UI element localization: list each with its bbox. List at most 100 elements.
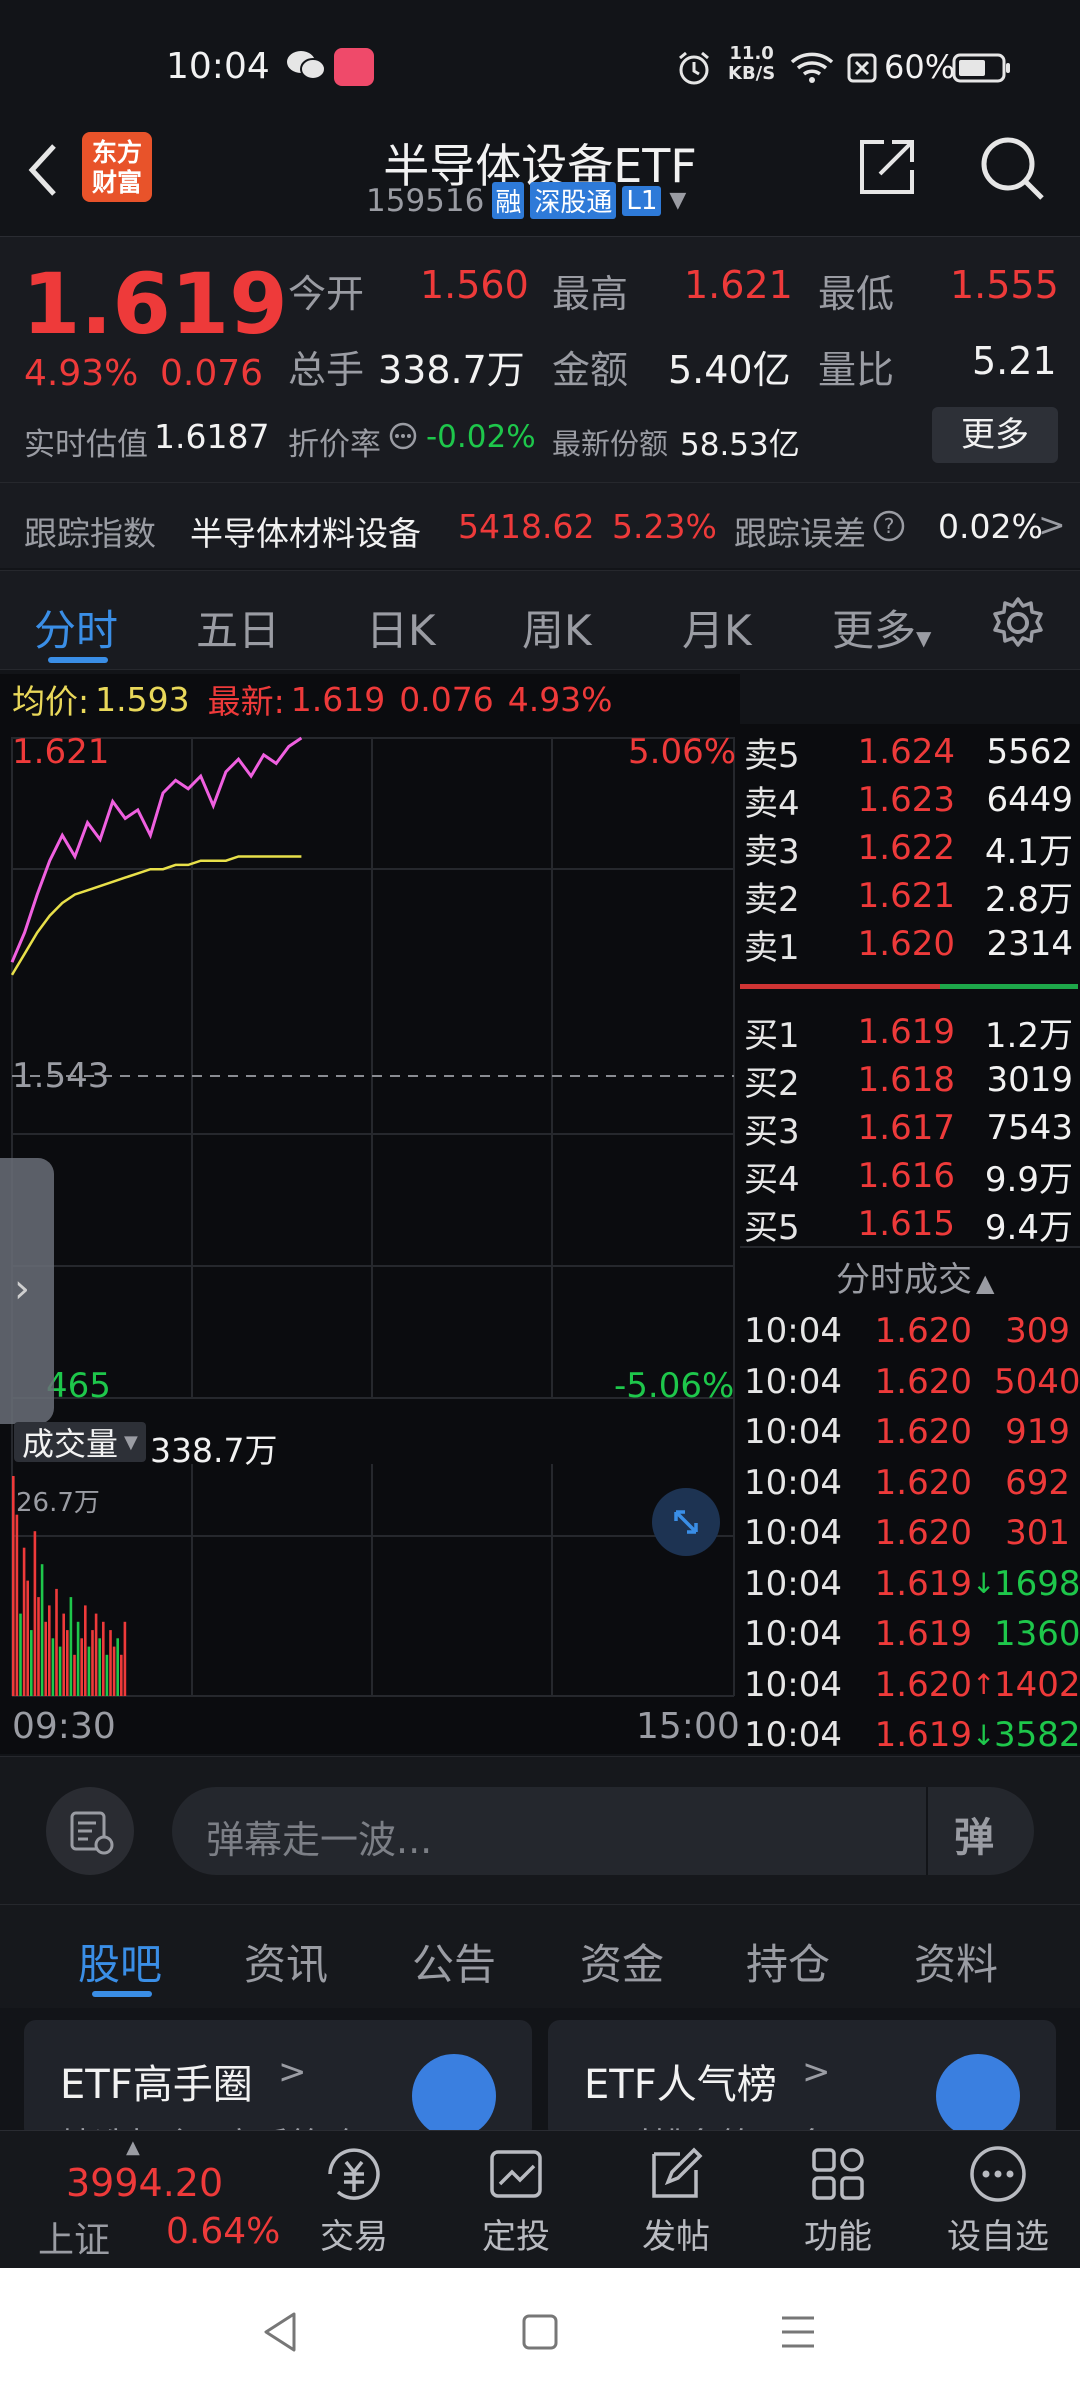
- tab-more[interactable]: 更多▼: [832, 597, 931, 658]
- stock-code: 159516: [366, 182, 485, 219]
- help-icon[interactable]: ?: [872, 509, 906, 551]
- discount-label: 折价率: [288, 427, 381, 463]
- tracking-index-name: 半导体材料设备: [190, 514, 421, 553]
- volume-bar: [66, 1630, 69, 1696]
- trade-volume: 692: [1005, 1462, 1070, 1503]
- trade-time: 10:04: [744, 1513, 842, 1553]
- trade-volume: 1360: [994, 1614, 1080, 1654]
- pct-bottom-label: -5.06%: [614, 1366, 735, 1406]
- nav-functions[interactable]: 功能: [778, 2139, 898, 2258]
- low-label: 最低: [818, 272, 895, 316]
- more-button[interactable]: 更多: [932, 407, 1058, 463]
- iopv-value: 1.6187: [154, 417, 270, 456]
- tab-daily-k[interactable]: 日K: [366, 597, 436, 658]
- stock-code-line[interactable]: 159516 融 深股通 L1 ▼: [366, 182, 686, 219]
- expert-icon: [412, 2054, 496, 2138]
- etf-expert-card[interactable]: ETF高手圈 > 精选机会&高手策略: [24, 2020, 532, 2140]
- trades-title[interactable]: 分时成交 ▲: [836, 1252, 994, 1301]
- trade-time: 10:04: [744, 1412, 842, 1452]
- chevron-down-icon: ▼: [669, 188, 687, 213]
- volume-indicator-select[interactable]: 成交量 ▼: [14, 1422, 146, 1463]
- bid-label: 买1: [744, 1015, 800, 1056]
- comment-input[interactable]: 弹幕走一波...: [206, 1809, 432, 1864]
- tab-forum[interactable]: 股吧: [78, 1931, 162, 1992]
- l1-badge: L1: [622, 185, 662, 216]
- wechat-icon: [286, 48, 326, 91]
- ask-row[interactable]: 卖3 1.622 4.1万: [740, 824, 1080, 872]
- info-icon[interactable]: [388, 421, 418, 455]
- expand-icon: [674, 1510, 698, 1534]
- index-ticker[interactable]: ▲ 3994.20 上证 0.64%: [20, 2137, 280, 2263]
- change-percent: 4.93%: [24, 353, 139, 394]
- nav-auto-invest[interactable]: 定投: [456, 2139, 576, 2258]
- tab-weekly-k[interactable]: 周K: [522, 597, 592, 658]
- volume-bar: [37, 1597, 40, 1696]
- trade-time: 10:04: [744, 1715, 842, 1755]
- tab-news[interactable]: 资讯: [244, 1931, 328, 1992]
- tracking-index-row[interactable]: 跟踪指数 半导体材料设备 5418.62 5.23% 跟踪误差 ? 0.02% …: [0, 482, 1080, 568]
- bid-row[interactable]: 买3 1.617 7543: [740, 1104, 1080, 1152]
- volume-bar: [80, 1638, 83, 1696]
- ask-label: 卖3: [744, 831, 800, 872]
- tracking-index-value: 5418.62: [458, 507, 595, 546]
- volume-value: 338.7万: [378, 348, 525, 392]
- ask-row[interactable]: 卖1 1.620 2314: [740, 920, 1080, 968]
- nav-label: 功能: [804, 2217, 872, 2257]
- volume-bar: [91, 1630, 94, 1696]
- chevron-right-icon: >: [802, 2052, 831, 2092]
- nav-add-watchlist[interactable]: 设自选: [938, 2139, 1058, 2258]
- bid-row[interactable]: 买5 1.615 9.4万: [740, 1200, 1080, 1248]
- tab-fund-flow[interactable]: 资金: [580, 1931, 664, 1992]
- volume-bar: [51, 1638, 55, 1696]
- content-tabs: 股吧 资讯 公告 资金 持仓 资料: [0, 1904, 1080, 2008]
- danmaku-toggle-icon[interactable]: 弹: [954, 1805, 994, 1863]
- ranking-icon: [936, 2054, 1020, 2138]
- tab-intraday[interactable]: 分时: [34, 597, 118, 658]
- nav-label: 定投: [482, 2217, 550, 2257]
- intraday-chart[interactable]: 1.621 5.06% 1.543 465 -5.06% › 成交量 ▼ 338…: [0, 724, 740, 1754]
- grid-apps-icon: [812, 2148, 864, 2200]
- system-home-icon[interactable]: [520, 2312, 560, 2356]
- etf-popularity-card[interactable]: ETF人气榜 > 即时排名第31名: [548, 2020, 1056, 2140]
- search-icon[interactable]: [978, 134, 1046, 206]
- margin-badge: 融: [492, 182, 525, 219]
- shares-value: 58.53亿: [680, 427, 800, 463]
- ask-price: 1.623: [857, 780, 955, 820]
- volume-bar: [22, 1547, 26, 1696]
- y-bottom-label: 465: [46, 1366, 111, 1406]
- ask-row[interactable]: 卖2 1.621 2.8万: [740, 872, 1080, 920]
- system-menu-icon[interactable]: [778, 2312, 818, 2356]
- bid-price: 1.619: [857, 1012, 955, 1052]
- change-amount: 0.076: [160, 353, 264, 394]
- volume-bar: [94, 1613, 98, 1696]
- danmaku-settings-button[interactable]: [46, 1787, 134, 1875]
- ask-label: 卖4: [744, 783, 800, 824]
- share-icon[interactable]: [856, 136, 918, 202]
- volume-bar: [55, 1588, 58, 1696]
- intraday-chart-svg[interactable]: [0, 724, 740, 1754]
- expand-chart-button[interactable]: [652, 1488, 720, 1556]
- avg-price-line: [10, 855, 302, 976]
- tab-announcements[interactable]: 公告: [412, 1931, 496, 1992]
- battery-percent: 60%: [884, 48, 956, 86]
- nav-post[interactable]: 发帖: [616, 2139, 736, 2258]
- volume-max-label: 26.7万: [16, 1488, 100, 1518]
- bid-label: 买4: [744, 1159, 800, 1200]
- open-value: 1.560: [420, 263, 529, 307]
- bid-row[interactable]: 买2 1.618 3019: [740, 1056, 1080, 1104]
- tab-profile[interactable]: 资料: [914, 1931, 998, 1992]
- ask-row[interactable]: 卖4 1.623 6449: [740, 776, 1080, 824]
- comment-input-wrap[interactable]: 弹幕走一波... 弹: [172, 1787, 1034, 1875]
- tab-monthly-k[interactable]: 月K: [682, 597, 752, 658]
- nav-trade[interactable]: 交易: [294, 2139, 414, 2258]
- side-drawer-handle[interactable]: ›: [0, 1158, 54, 1424]
- system-back-icon[interactable]: [260, 2310, 300, 2358]
- bid-row[interactable]: 买4 1.616 9.9万: [740, 1152, 1080, 1200]
- ask-row[interactable]: 卖5 1.624 5562: [740, 728, 1080, 776]
- tracking-error-value: 0.02%: [938, 507, 1043, 546]
- trade-volume: 309: [1005, 1311, 1070, 1351]
- tab-holdings[interactable]: 持仓: [746, 1931, 830, 1992]
- bid-row[interactable]: 买1 1.619 1.2万: [740, 1008, 1080, 1056]
- settings-gear-icon[interactable]: [990, 595, 1046, 661]
- tab-five-day[interactable]: 五日: [196, 597, 280, 658]
